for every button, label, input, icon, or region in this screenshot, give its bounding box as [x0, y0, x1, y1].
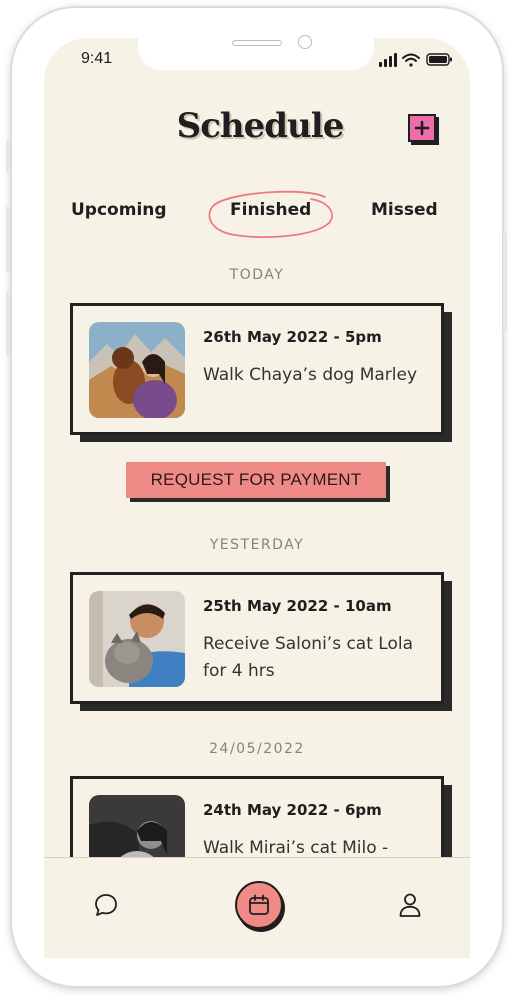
- card-description: Walk Chaya’s dog Marley: [203, 365, 418, 385]
- status-icons: [379, 53, 452, 67]
- chat-icon[interactable]: [93, 892, 119, 918]
- notch: [138, 32, 374, 70]
- card-description: Receive Saloni’s cat Lola for 4 hrs: [203, 634, 414, 681]
- section-heading-today: TODAY: [229, 267, 285, 283]
- wifi-icon: [402, 53, 420, 67]
- status-time: 9:41: [81, 50, 113, 67]
- card-datetime: 24th May 2022 - 6pm: [203, 801, 382, 819]
- man-with-cat-photo: [89, 591, 185, 687]
- battery-icon: [426, 53, 452, 66]
- calendar-icon: [249, 894, 269, 915]
- tab-upcoming[interactable]: Upcoming: [71, 200, 167, 220]
- signal-icon: [379, 53, 397, 67]
- tab-missed[interactable]: Missed: [371, 200, 438, 220]
- page-title: Schedule: [176, 106, 345, 146]
- power-button: [503, 232, 507, 332]
- volume-down-button: [6, 290, 10, 356]
- mute-switch: [6, 140, 10, 174]
- profile-icon[interactable]: [398, 892, 422, 918]
- volume-up-button: [6, 206, 10, 272]
- schedule-card-lola[interactable]: 25th May 2022 - 10am Receive Saloni’s ca…: [70, 572, 444, 704]
- woman-with-dog-photo: [89, 322, 185, 418]
- card-datetime: 25th May 2022 - 10am: [203, 597, 392, 615]
- card-datetime: 26th May 2022 - 5pm: [203, 328, 382, 346]
- schedule-card-marley[interactable]: 26th May 2022 - 5pm Walk Chaya’s dog Mar…: [70, 303, 444, 435]
- request-payment-button[interactable]: REQUEST FOR PAYMENT: [126, 462, 386, 498]
- section-heading-date: 24/05/2022: [209, 741, 305, 757]
- tab-finished[interactable]: Finished: [230, 200, 311, 220]
- nav-calendar-button[interactable]: [235, 881, 283, 929]
- add-schedule-button[interactable]: [408, 114, 436, 142]
- plus-square-icon: [414, 120, 430, 136]
- speaker: [232, 40, 282, 46]
- section-heading-yesterday: YESTERDAY: [209, 537, 305, 553]
- front-camera: [298, 35, 312, 49]
